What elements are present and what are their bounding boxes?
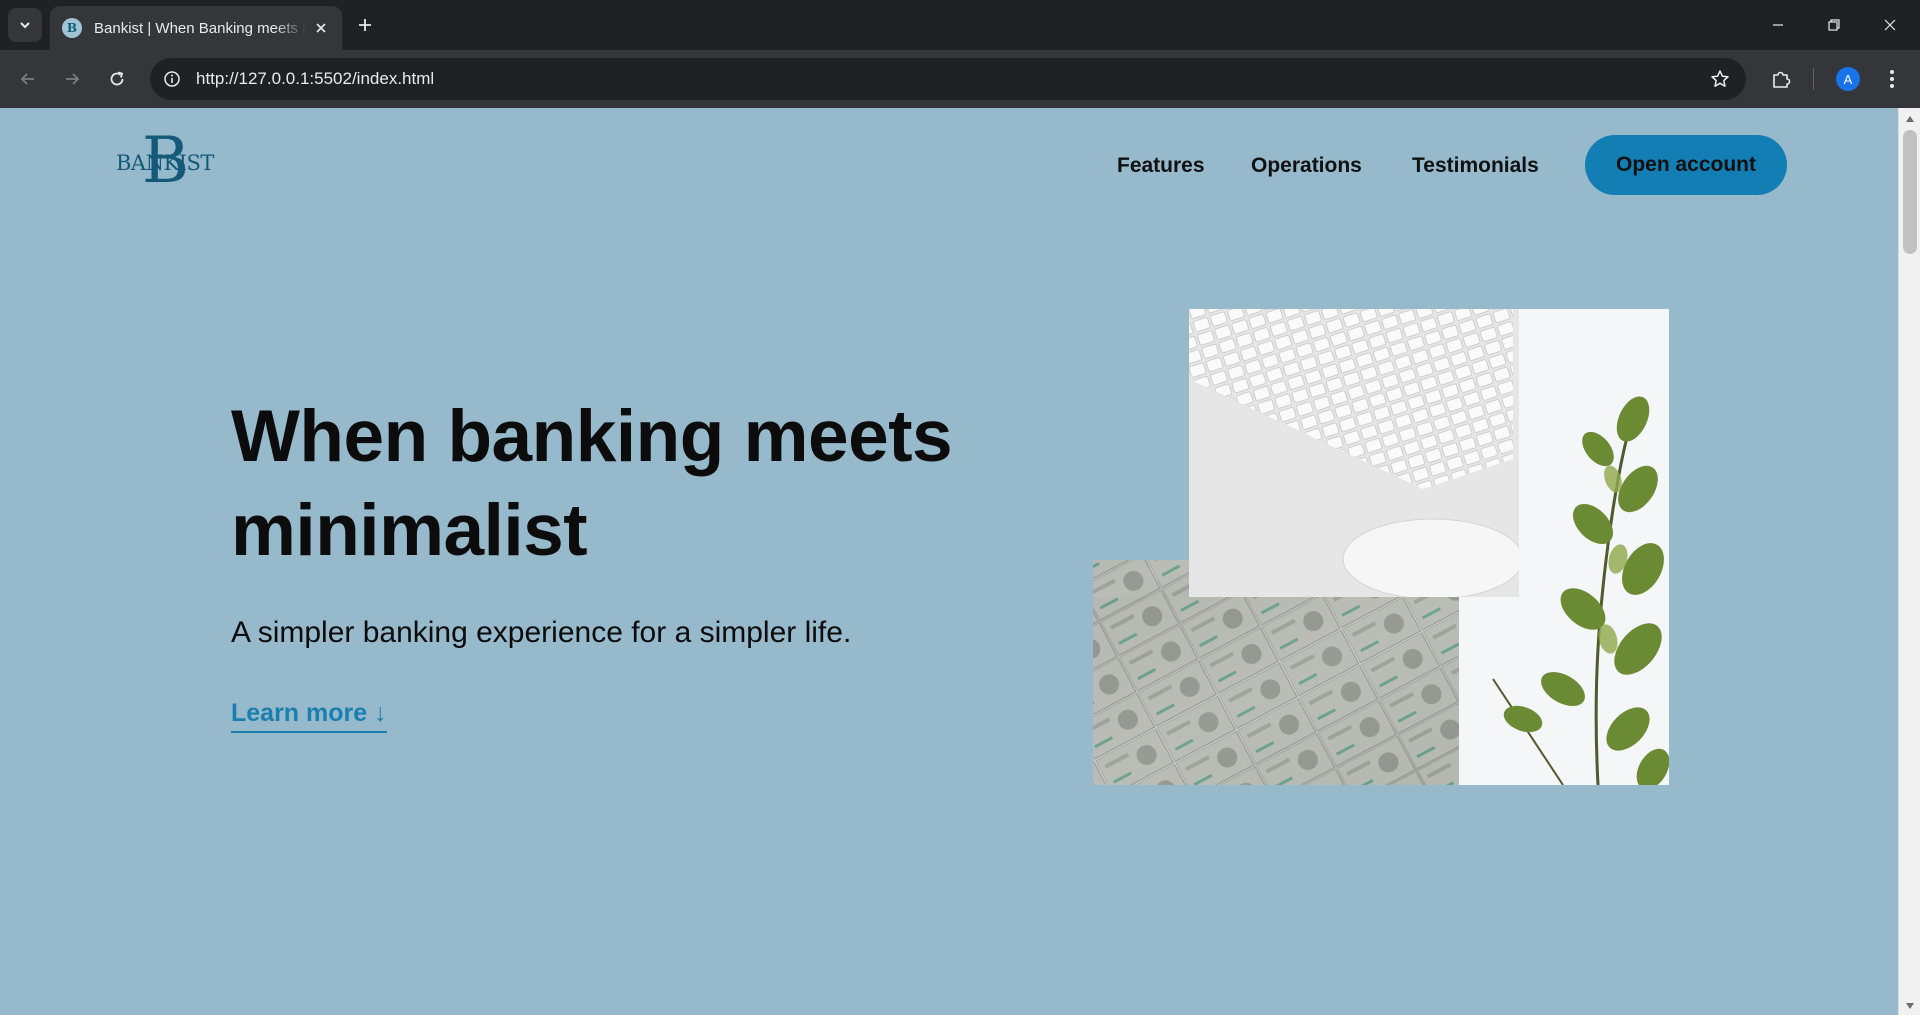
tab-search-button[interactable] [8,8,42,42]
close-icon [1884,19,1896,31]
open-account-button[interactable]: Open account [1585,135,1787,195]
minimize-button[interactable] [1750,0,1806,50]
bookmark-button[interactable] [1708,67,1732,91]
plus-icon [359,19,371,31]
hero-title: When banking meets minimalist [231,396,953,571]
more-vert-icon [1890,70,1894,88]
logo-wordmark: BANKIST [116,151,214,175]
tab-close-button[interactable] [310,17,332,39]
browser-tab-bar: B Bankist | When Banking meets Minimalis… [0,0,1920,50]
close-window-button[interactable] [1862,0,1918,50]
tab-title: Bankist | When Banking meets Minimalist [94,19,306,37]
arrow-right-icon [66,73,80,85]
puzzle-icon [1773,71,1791,88]
toolbar-divider [1813,68,1814,90]
browser-menu-button[interactable] [1876,63,1908,95]
profile-button[interactable]: A [1832,63,1864,95]
site-info-button[interactable] [160,67,184,91]
page-viewport: B BANKIST Features Operations Testimonia… [0,108,1898,1015]
address-bar[interactable]: http://127.0.0.1:5502/index.html [150,58,1746,100]
extensions-button[interactable] [1765,63,1797,95]
restore-button[interactable] [1806,0,1862,50]
new-tab-button[interactable] [352,12,378,38]
restore-icon [1828,19,1840,31]
back-button[interactable] [12,63,44,95]
bankist-logo[interactable]: B BANKIST [116,129,214,193]
chevron-down-icon [20,22,30,29]
minimize-icon [1773,24,1783,26]
learn-more-link[interactable]: Learn more ↓ [231,699,387,733]
url-text: http://127.0.0.1:5502/index.html [196,69,435,88]
page-scrollbar[interactable] [1898,108,1920,1015]
hero-subtitle: A simpler banking experience for a simpl… [231,616,852,649]
close-icon [316,23,326,33]
scroll-up-arrow-icon[interactable] [1906,116,1914,122]
avatar: A [1836,67,1860,91]
browser-toolbar: http://127.0.0.1:5502/index.html A [0,50,1920,108]
scroll-down-arrow-icon[interactable] [1906,1003,1914,1009]
forward-button[interactable] [56,63,88,95]
nav-link-operations[interactable]: Operations [1251,154,1362,178]
reload-icon [110,71,124,86]
info-icon [164,71,180,87]
star-icon [1711,70,1729,87]
hero-image [1093,309,1669,785]
browser-tab[interactable]: B Bankist | When Banking meets Minimalis… [50,6,342,50]
nav-link-features[interactable]: Features [1117,154,1205,178]
arrow-left-icon [20,73,34,85]
nav-link-testimonials[interactable]: Testimonials [1412,154,1539,178]
scrollbar-thumb[interactable] [1903,130,1917,254]
reload-button[interactable] [101,63,133,95]
favicon-icon: B [62,18,82,38]
